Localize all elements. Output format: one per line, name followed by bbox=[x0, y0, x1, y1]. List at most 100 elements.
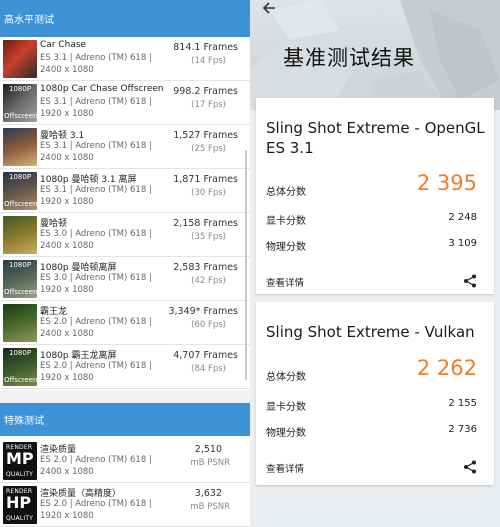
test-unit: mB PSNR bbox=[190, 502, 230, 512]
result-card-vulkan: Sling Shot Extreme - Vulkan 总体分数 2 262 显… bbox=[256, 302, 494, 485]
test-thumbnail: 1080P Offscreen bbox=[3, 260, 37, 298]
test-resolution: 1920 x 1080 bbox=[40, 109, 94, 119]
gpu-score-value: 2 248 bbox=[448, 212, 477, 223]
test-resolution: 2400 x 1080 bbox=[40, 65, 94, 75]
badge-big-text: HP bbox=[6, 493, 32, 512]
physics-score-label: 物理分数 bbox=[266, 428, 306, 439]
test-score: 3,632 bbox=[194, 488, 222, 499]
test-api-gpu: ES 2.0 | Adreno (TM) 618 | bbox=[40, 317, 152, 327]
gpu-score-label: 显卡分数 bbox=[266, 216, 306, 227]
test-name: 1080p Car Chase Offscreen bbox=[40, 84, 164, 94]
overall-score-value: 2 262 bbox=[416, 356, 477, 380]
physics-score-value: 3 109 bbox=[448, 238, 477, 249]
section-header-high-level: 高水平测试 bbox=[0, 0, 250, 37]
share-icon[interactable] bbox=[463, 459, 477, 474]
badge-bottom-text: QUALITY bbox=[6, 515, 34, 522]
overall-score-label: 总体分数 bbox=[266, 187, 306, 198]
thumb-tag-resolution: 1080P bbox=[9, 261, 32, 269]
test-row[interactable]: 曼哈顿 ES 3.0 | Adreno (TM) 618 | 2400 x 10… bbox=[0, 213, 250, 257]
test-score: 998.2 Frames bbox=[173, 86, 238, 97]
card-title: Sling Shot Extreme - OpenGL ES 3.1 bbox=[266, 119, 485, 157]
test-score: 2,583 Frames bbox=[173, 262, 238, 273]
test-resolution: 2400 x 1080 bbox=[40, 329, 94, 339]
gpu-score-label: 显卡分数 bbox=[266, 402, 306, 413]
render-quality-badge: RENDER HP QUALITY bbox=[3, 486, 37, 524]
page-title: 基准测试结果 bbox=[283, 46, 415, 70]
test-thumbnail: 1080P Offscreen bbox=[3, 172, 37, 210]
arrow-left-icon[interactable] bbox=[262, 0, 276, 19]
test-resolution: 1920 x 1080 bbox=[40, 197, 94, 207]
test-score: 2,158 Frames bbox=[173, 218, 238, 229]
test-api-gpu: ES 3.1 | Adreno (TM) 618 | bbox=[40, 141, 152, 151]
test-score: 2,510 bbox=[194, 444, 222, 455]
test-name: 渲染质量 bbox=[40, 445, 77, 455]
test-thumbnail bbox=[3, 216, 37, 254]
test-score: 1,527 Frames bbox=[173, 130, 238, 141]
test-resolution: 2400 x 1080 bbox=[40, 153, 94, 163]
hero-banner: 基准测试结果 bbox=[250, 0, 500, 110]
test-list-panel: 高水平测试 Car Chase ES 3.1 | Adreno (TM) 618… bbox=[0, 0, 250, 527]
thumb-tag-mode: Offscreen bbox=[4, 200, 37, 208]
thumb-tag-resolution: 1080P bbox=[9, 85, 32, 93]
test-row[interactable]: 1080P Offscreen 1080p Car Chase Offscree… bbox=[0, 81, 250, 125]
test-api-gpu: ES 3.0 | Adreno (TM) 618 | bbox=[40, 273, 152, 283]
thumb-tag-resolution: 1080P bbox=[9, 173, 32, 181]
thumb-tag-mode: Offscreen bbox=[4, 112, 37, 120]
test-resolution: 1920 x 1080 bbox=[40, 373, 94, 383]
overall-score-label: 总体分数 bbox=[266, 372, 306, 383]
view-details-link[interactable]: 查看详情 bbox=[266, 275, 304, 289]
special-test-row[interactable]: RENDER HP QUALITY 渲染质量（高精度） ES 2.0 | Adr… bbox=[0, 483, 250, 527]
test-fps: (42 Fps) bbox=[191, 276, 226, 286]
test-thumbnail: 1080P Offscreen bbox=[3, 348, 37, 386]
test-row[interactable]: 1080P Offscreen 1080p 曼哈顿离屏 ES 3.0 | Adr… bbox=[0, 257, 250, 301]
physics-score-label: 物理分数 bbox=[266, 242, 306, 253]
test-api-gpu: ES 3.1 | Adreno (TM) 618 | bbox=[40, 53, 152, 63]
test-thumbnail bbox=[3, 40, 37, 78]
test-api-gpu: ES 3.1 | Adreno (TM) 618 | bbox=[40, 97, 152, 107]
section-title: 特殊测试 bbox=[4, 416, 44, 427]
test-thumbnail bbox=[3, 304, 37, 342]
test-row[interactable]: 霸王龙 ES 2.0 | Adreno (TM) 618 | 2400 x 10… bbox=[0, 301, 250, 345]
special-test-row[interactable]: RENDER MP QUALITY 渲染质量 ES 2.0 | Adreno (… bbox=[0, 439, 250, 483]
badge-bottom-text: QUALITY bbox=[6, 471, 34, 478]
test-row[interactable]: Car Chase ES 3.1 | Adreno (TM) 618 | 240… bbox=[0, 37, 250, 81]
render-quality-badge: RENDER MP QUALITY bbox=[3, 442, 37, 480]
test-api-gpu: ES 2.0 | Adreno (TM) 618 | bbox=[40, 455, 152, 465]
test-fps: (60 Fps) bbox=[191, 320, 226, 330]
scrollbar[interactable] bbox=[245, 150, 247, 380]
test-api-gpu: ES 2.0 | Adreno (TM) 618 | bbox=[40, 361, 152, 371]
test-api-gpu: ES 3.0 | Adreno (TM) 618 | bbox=[40, 229, 152, 239]
test-fps: (35 Fps) bbox=[191, 232, 226, 242]
thumb-tag-mode: Offscreen bbox=[4, 288, 37, 296]
test-resolution: 1920 x 1080 bbox=[40, 511, 94, 521]
test-api-gpu: ES 2.0 | Adreno (TM) 618 | bbox=[40, 499, 152, 509]
test-name: 1080p 霸王龙离屏 bbox=[40, 351, 117, 361]
test-thumbnail: 1080P Offscreen bbox=[3, 84, 37, 122]
test-score: 1,871 Frames bbox=[173, 174, 238, 185]
test-row[interactable]: 1080P Offscreen 1080p 霸王龙离屏 ES 2.0 | Adr… bbox=[0, 345, 250, 389]
share-icon[interactable] bbox=[463, 273, 477, 288]
gpu-score-value: 2 155 bbox=[448, 398, 477, 409]
section-title: 高水平测试 bbox=[4, 15, 54, 26]
test-name: 1080p 曼哈顿 3.1 离屏 bbox=[40, 175, 137, 185]
test-resolution: 2400 x 1080 bbox=[40, 241, 94, 251]
test-api-gpu: ES 3.1 | Adreno (TM) 618 | bbox=[40, 185, 152, 195]
test-score: 3,349* Frames bbox=[168, 306, 238, 317]
overall-score-value: 2 395 bbox=[416, 171, 477, 195]
results-panel: 基准测试结果 Sling Shot Extreme - OpenGL ES 3.… bbox=[250, 0, 500, 527]
test-row[interactable]: 1080P Offscreen 1080p 曼哈顿 3.1 离屏 ES 3.1 … bbox=[0, 169, 250, 213]
physics-score-value: 2 736 bbox=[448, 424, 477, 435]
result-card-opengl: Sling Shot Extreme - OpenGL ES 3.1 总体分数 … bbox=[256, 98, 494, 294]
test-thumbnail bbox=[3, 128, 37, 166]
test-fps: (30 Fps) bbox=[191, 188, 226, 198]
test-fps: (84 Fps) bbox=[191, 364, 226, 374]
test-fps: (14 Fps) bbox=[191, 56, 226, 66]
test-row[interactable]: 曼哈顿 3.1 ES 3.1 | Adreno (TM) 618 | 2400 … bbox=[0, 125, 250, 169]
thumb-tag-mode: Offscreen bbox=[4, 376, 37, 384]
section-divider bbox=[0, 390, 250, 403]
test-name: 曼哈顿 bbox=[40, 219, 68, 229]
test-fps: (17 Fps) bbox=[191, 100, 226, 110]
test-name: Car Chase bbox=[40, 40, 87, 50]
view-details-link[interactable]: 查看详情 bbox=[266, 461, 304, 475]
badge-big-text: MP bbox=[6, 449, 34, 468]
